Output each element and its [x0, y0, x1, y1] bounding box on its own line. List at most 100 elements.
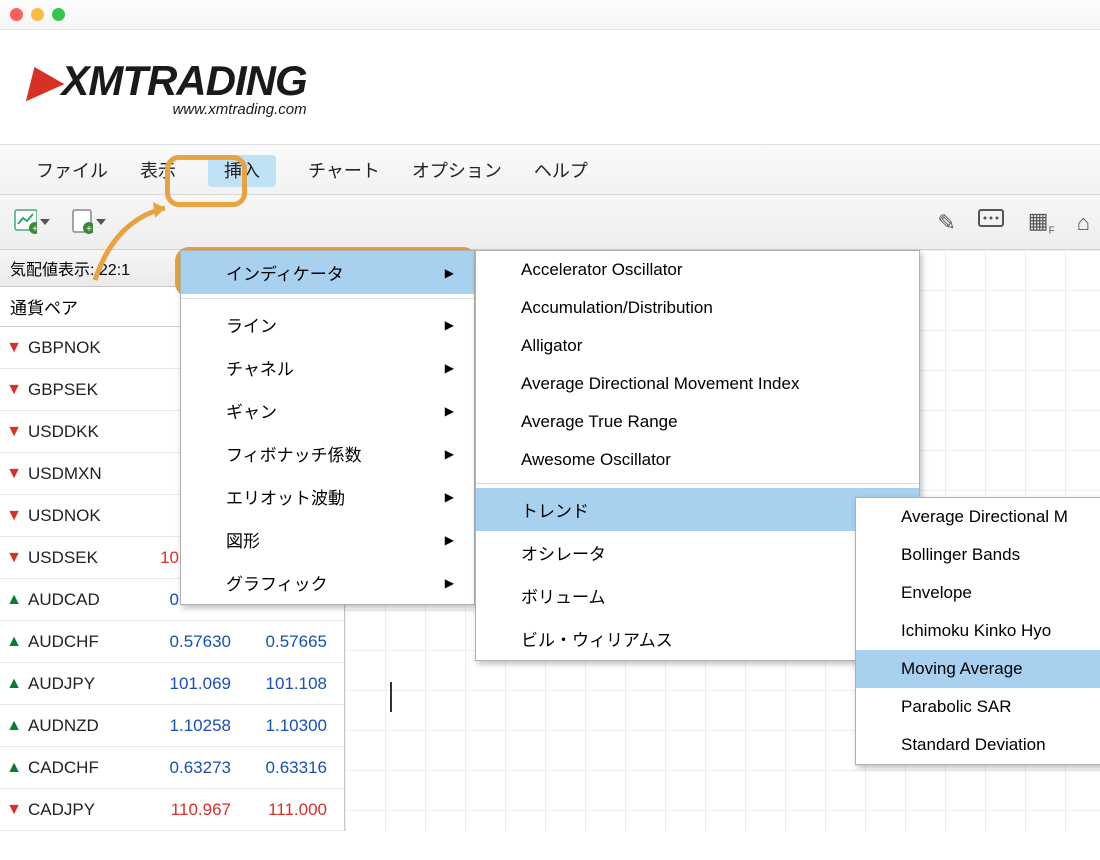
bid-value: 1.10258: [143, 716, 243, 736]
menu-item[interactable]: ボリューム▶: [476, 574, 919, 617]
ask-value: 0.63316: [243, 758, 333, 778]
menu-item[interactable]: Average Directional Movement Index: [476, 365, 919, 403]
home-icon[interactable]: ⌂: [1077, 210, 1090, 236]
menu-item[interactable]: Average True Range: [476, 403, 919, 441]
menu-item-label: Bollinger Bands: [901, 545, 1020, 565]
menu-item[interactable]: Parabolic SAR: [856, 688, 1100, 726]
arrow-down-icon: ▼: [0, 423, 28, 441]
market-watch-row[interactable]: ▲AUDCHF0.576300.57665: [0, 621, 344, 663]
menu-item[interactable]: ギャン▶: [181, 389, 474, 432]
insert-dropdown: インディケータ▶ライン▶チャネル▶ギャン▶フィボナッチ係数▶エリオット波動▶図形…: [180, 250, 475, 605]
symbol-label: AUDNZD: [28, 716, 143, 736]
bid-value: 101.069: [143, 674, 243, 694]
arrow-up-icon: ▲: [0, 675, 28, 693]
menu-chart[interactable]: チャート: [292, 151, 396, 189]
symbol-label: AUDJPY: [28, 674, 143, 694]
menu-item[interactable]: Accelerator Oscillator: [476, 251, 919, 289]
window-titlebar: [0, 0, 1100, 30]
menu-item[interactable]: 図形 ▶: [181, 518, 474, 561]
submenu-arrow-icon: ▶: [445, 318, 454, 332]
grid-icon[interactable]: ▦F: [1028, 209, 1055, 236]
symbol-label: USDMXN: [28, 464, 143, 484]
minimize-icon[interactable]: [31, 8, 44, 21]
arrow-down-icon: ▼: [0, 801, 28, 819]
menu-item[interactable]: グラフィック ▶: [181, 561, 474, 604]
symbol-label: USDNOK: [28, 506, 143, 526]
menu-item-label: Moving Average: [901, 659, 1023, 679]
menu-file[interactable]: ファイル: [20, 151, 124, 189]
symbol-label: AUDCHF: [28, 632, 143, 652]
bid-value: 0.63273: [143, 758, 243, 778]
menu-item[interactable]: チャネル▶: [181, 346, 474, 389]
xmtrading-logo: ▶ XMTRADING www.xmtrading.com: [28, 56, 307, 118]
toolbar: + + ✎ ▦F ⌂: [0, 195, 1100, 250]
menu-item[interactable]: オシレータ▶: [476, 531, 919, 574]
menu-item-label: Average True Range: [521, 412, 678, 432]
menu-item[interactable]: ライン▶: [181, 303, 474, 346]
market-watch-row[interactable]: ▲CADCHF0.632730.63316: [0, 747, 344, 789]
close-icon[interactable]: [10, 8, 23, 21]
menu-item[interactable]: Standard Deviation: [856, 726, 1100, 764]
menu-item[interactable]: トレンド▶: [476, 488, 919, 531]
submenu-arrow-icon: ▶: [445, 404, 454, 418]
menu-item[interactable]: Awesome Oscillator: [476, 441, 919, 479]
arrow-down-icon: ▼: [0, 465, 28, 483]
logo-bar: ▶ XMTRADING www.xmtrading.com: [0, 30, 1100, 145]
menu-item-label: Accumulation/Distribution: [521, 298, 713, 318]
new-chart-icon[interactable]: +: [14, 206, 50, 238]
symbol-label: USDDKK: [28, 422, 143, 442]
menu-item-label: 図形: [226, 527, 260, 552]
menu-item[interactable]: Ichimoku Kinko Hyo: [856, 612, 1100, 650]
symbol-label: GBPSEK: [28, 380, 143, 400]
new-document-icon[interactable]: +: [70, 206, 106, 238]
indicator-dropdown: Accelerator Oscillator Accumulation/Distr…: [475, 250, 920, 661]
menu-item-label: グラフィック: [226, 570, 328, 595]
comment-icon[interactable]: [978, 209, 1006, 237]
menu-options[interactable]: オプション: [396, 151, 518, 189]
menu-item[interactable]: ビル・ウィリアムス▶: [476, 617, 919, 660]
ask-value: 101.108: [243, 674, 333, 694]
menu-item[interactable]: Accumulation/Distribution: [476, 289, 919, 327]
menu-item-label: トレンド: [521, 497, 589, 522]
menu-view[interactable]: 表示: [124, 151, 192, 189]
menu-item[interactable]: Envelope: [856, 574, 1100, 612]
bid-value: 110.967: [143, 800, 243, 820]
svg-text:+: +: [32, 224, 37, 235]
pencil-icon[interactable]: ✎: [937, 210, 955, 236]
menu-item[interactable]: エリオット波動▶: [181, 475, 474, 518]
submenu-arrow-icon: ▶: [445, 533, 454, 547]
menu-item[interactable]: Bollinger Bands: [856, 536, 1100, 574]
menu-item[interactable]: Alligator: [476, 327, 919, 365]
menu-item-label: Parabolic SAR: [901, 697, 1012, 717]
market-watch-row[interactable]: ▼CADJPY110.967111.000: [0, 789, 344, 831]
menu-item-label: ボリューム: [521, 583, 606, 608]
submenu-arrow-icon: ▶: [445, 490, 454, 504]
menu-item-label: Envelope: [901, 583, 972, 603]
ask-value: 0.57665: [243, 632, 333, 652]
menu-item-label: Average Directional M: [901, 507, 1068, 527]
arrow-up-icon: ▲: [0, 717, 28, 735]
arrow-up-icon: ▲: [0, 591, 28, 609]
trend-dropdown: Average Directional M Bollinger Bands Enve…: [855, 497, 1100, 765]
symbol-label: GBPNOK: [28, 338, 143, 358]
menu-item[interactable]: Moving Average: [856, 650, 1100, 688]
menu-item[interactable]: インディケータ▶: [181, 251, 474, 294]
menu-item-label: Awesome Oscillator: [521, 450, 671, 470]
menu-item-label: Accelerator Oscillator: [521, 260, 683, 280]
market-watch-row[interactable]: ▲AUDJPY101.069101.108: [0, 663, 344, 705]
symbol-label: AUDCAD: [28, 590, 143, 610]
menu-item-label: ビル・ウィリアムス: [521, 626, 673, 651]
menu-item-label: インディケータ: [226, 260, 344, 285]
menu-item-label: オシレータ: [521, 540, 606, 565]
menu-insert[interactable]: 挿入: [208, 155, 276, 187]
menu-item-label: フィボナッチ係数: [226, 441, 362, 466]
menu-item[interactable]: Average Directional M: [856, 498, 1100, 536]
menu-help[interactable]: ヘルプ: [518, 151, 604, 189]
submenu-arrow-icon: ▶: [445, 576, 454, 590]
menu-item[interactable]: フィボナッチ係数 ▶: [181, 432, 474, 475]
submenu-arrow-icon: ▶: [445, 447, 454, 461]
symbol-label: USDSEK: [28, 548, 143, 568]
maximize-icon[interactable]: [52, 8, 65, 21]
market-watch-row[interactable]: ▲AUDNZD1.102581.10300: [0, 705, 344, 747]
menubar: ファイル 表示 挿入 チャート オプション ヘルプ: [0, 145, 1100, 195]
